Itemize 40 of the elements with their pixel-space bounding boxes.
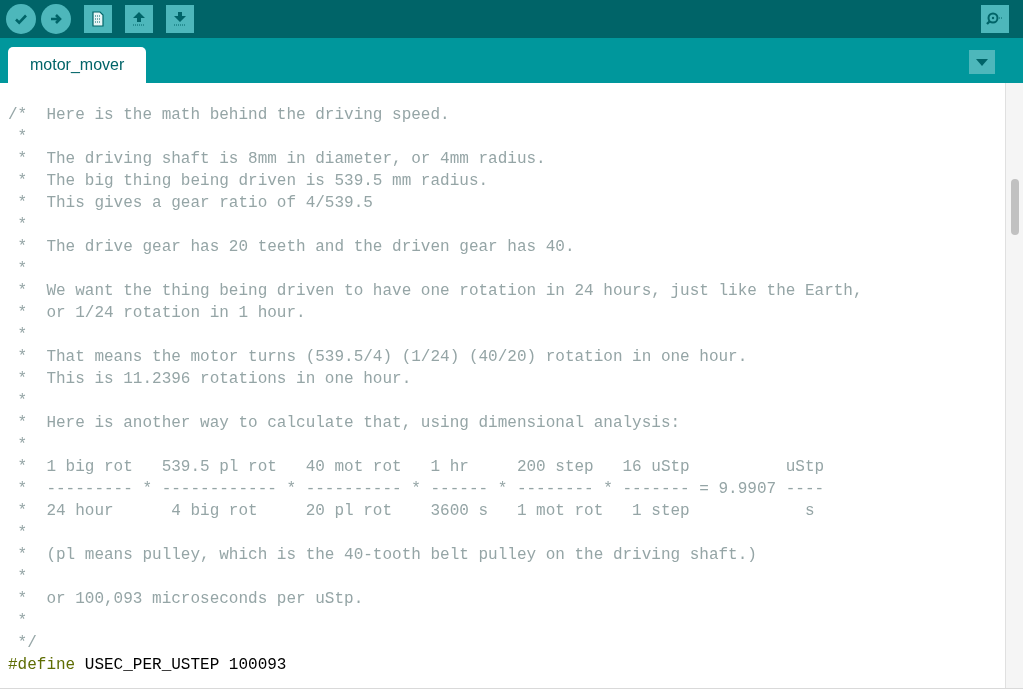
upload-button[interactable] <box>41 4 71 34</box>
code-comment: * <box>16 325 28 346</box>
code-comment: * The drive gear has 20 teeth and the driven gear has 40. <box>16 237 575 258</box>
serial-monitor-button[interactable] <box>981 5 1009 33</box>
code-comment: */ <box>16 633 37 654</box>
tab-menu-button[interactable] <box>969 50 995 74</box>
code-comment: * Here is another way to calculate that, using dimensional analysis: <box>16 413 681 434</box>
code-comment: * This gives a gear ratio of 4/539.5 <box>16 193 373 214</box>
code-comment: * The driving shaft is 8mm in diameter, or 4mm radius. <box>16 149 546 170</box>
scrollbar-thumb[interactable] <box>1010 179 1019 235</box>
code-comment: * <box>16 523 28 544</box>
code-comment: * (pl means pulley, which is the 40-tooth belt pulley on the driving shaft.) <box>16 545 757 566</box>
save-button[interactable] <box>166 5 194 33</box>
code-comment: /* Here is the math behind the driving speed. <box>8 105 450 126</box>
code-comment: * <box>16 215 28 236</box>
document-icon <box>91 11 105 27</box>
code-comment: * This is 11.2396 rotations in one hour. <box>16 369 412 390</box>
code-comment: * That means the motor turns (539.5/4) (1/24) (40/20) rotation in one hour. <box>16 347 748 368</box>
code-comment: * <box>16 435 28 456</box>
code-comment: * 24 hour 4 big rot 20 pl rot 3600 s 1 mot rot 1 step s <box>16 501 815 522</box>
code-comment: * --------- * ------------ * ---------- * ------ * -------- * ------- = 9.9907 ---- <box>16 479 825 500</box>
arrow-up-icon <box>131 10 147 28</box>
verify-button[interactable] <box>6 4 36 34</box>
code-comment: * <box>16 127 28 148</box>
arrow-down-icon <box>172 10 188 28</box>
code-comment: * <box>16 611 28 632</box>
code-comment: * <box>16 567 28 588</box>
code-comment: * or 1/24 rotation in 1 hour. <box>16 303 306 324</box>
code-comment: * <box>16 391 28 412</box>
code-comment: * The big thing being driven is 539.5 mm radius. <box>16 171 489 192</box>
code-comment: * 1 big rot 539.5 pl rot 40 mot rot 1 hr 200 step 16 uStp uStp <box>16 457 825 478</box>
preprocessor-keyword: #define <box>8 655 76 676</box>
code-comment: * <box>16 259 28 280</box>
file-tab[interactable]: motor_mover <box>8 47 147 83</box>
caret-icon <box>976 58 988 66</box>
code-comment: * or 100,093 microseconds per uStp. <box>16 589 364 610</box>
code-comment: * We want the thing being driven to have one rotation in 24 hours, just like the Earth, <box>16 281 863 302</box>
new-button[interactable] <box>84 5 112 33</box>
macro-definition: USEC_PER_USTEP 100093 <box>84 655 287 676</box>
open-button[interactable] <box>125 5 153 33</box>
